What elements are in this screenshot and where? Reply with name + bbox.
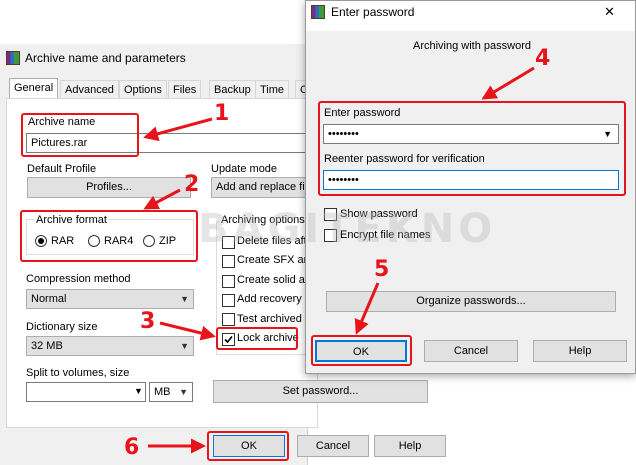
password-dialog-subtitle: Archiving with password: [413, 40, 531, 52]
archive-ok-highlight: [207, 431, 289, 461]
create-sfx-checkbox[interactable]: [222, 255, 235, 268]
compression-method-select[interactable]: Normal ▼: [26, 289, 194, 309]
winrar-app-icon: [6, 51, 20, 65]
annotation-number: 6: [124, 435, 140, 460]
compression-method-label: Compression method: [26, 273, 131, 285]
annotation-number: 2: [184, 172, 200, 197]
watermark: BAGITEKNO: [198, 206, 497, 252]
archive-help-button[interactable]: Help: [374, 435, 446, 457]
dictionary-size-select[interactable]: 32 MB ▼: [26, 336, 194, 356]
compression-method-value: Normal: [31, 293, 67, 305]
tab-backup[interactable]: Backup: [209, 80, 256, 98]
tab-time[interactable]: Time: [255, 80, 290, 98]
split-unit-select[interactable]: MB ▼: [149, 382, 193, 402]
annotation-number: 5: [374, 257, 390, 282]
close-icon[interactable]: ✕: [604, 4, 615, 20]
tab-files[interactable]: Files: [168, 80, 202, 98]
profiles-button[interactable]: Profiles...: [27, 177, 191, 198]
annotation-number: 4: [535, 46, 551, 71]
update-mode-label: Update mode: [211, 163, 278, 175]
winrar-app-icon: [311, 5, 325, 19]
test-archived-checkbox[interactable]: [222, 313, 235, 326]
chevron-down-icon: ▼: [180, 294, 189, 304]
organize-passwords-button[interactable]: Organize passwords...: [326, 291, 616, 312]
annotation-number: 1: [214, 101, 230, 126]
split-volumes-input[interactable]: [26, 382, 146, 402]
password-help-button[interactable]: Help: [533, 340, 627, 362]
archive-name-highlight: [21, 113, 139, 157]
chevron-down-icon: ▼: [179, 387, 188, 397]
archive-dialog-title: Archive name and parameters: [25, 51, 186, 65]
create-solid-checkbox[interactable]: [222, 275, 235, 288]
update-mode-select[interactable]: Add and replace files: [211, 177, 306, 198]
tab-general[interactable]: General: [9, 78, 59, 99]
default-profile-label: Default Profile: [27, 163, 97, 175]
add-recovery-checkbox[interactable]: [222, 294, 235, 307]
chevron-down-icon: ▼: [180, 341, 189, 351]
tab-options[interactable]: Options: [119, 80, 167, 98]
test-archived-label[interactable]: Test archived files: [237, 313, 305, 325]
add-recovery-label[interactable]: Add recovery record: [237, 293, 305, 305]
password-fields-highlight: [318, 101, 626, 196]
password-cancel-button[interactable]: Cancel: [424, 340, 518, 362]
archive-cancel-button[interactable]: Cancel: [297, 435, 369, 457]
password-ok-highlight: [311, 335, 412, 366]
update-mode-value: Add and replace files: [216, 181, 305, 193]
archive-format-highlight: [20, 210, 198, 262]
password-dialog-title: Enter password: [331, 5, 415, 19]
set-password-button[interactable]: Set password...: [213, 380, 428, 403]
annotation-number: 3: [140, 309, 156, 334]
dictionary-size-label: Dictionary size: [26, 321, 98, 333]
create-solid-label[interactable]: Create solid archive: [237, 274, 305, 286]
lock-archive-highlight: [216, 327, 298, 350]
split-volumes-label: Split to volumes, size: [26, 367, 130, 379]
split-unit-value: MB: [154, 386, 171, 398]
dictionary-size-value: 32 MB: [31, 340, 63, 352]
create-sfx-label[interactable]: Create SFX archive: [237, 254, 305, 266]
chevron-down-icon[interactable]: ▼: [134, 386, 143, 396]
tab-advanced[interactable]: Advanced: [60, 80, 119, 98]
